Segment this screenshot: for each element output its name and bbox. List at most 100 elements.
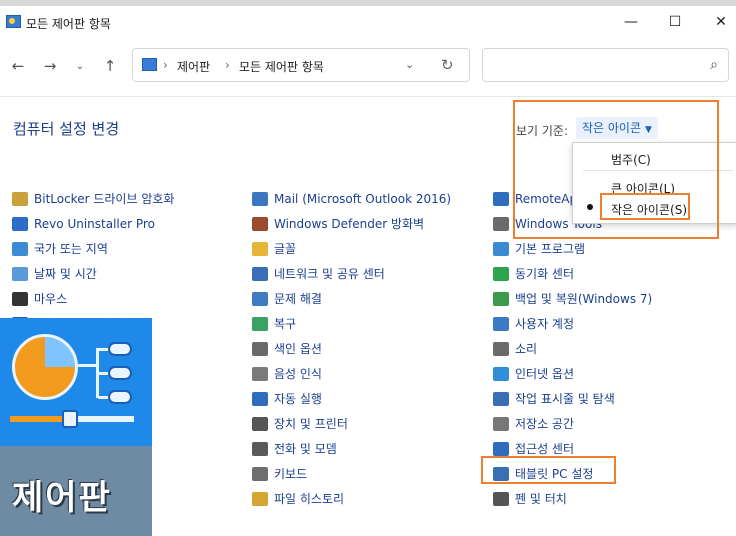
forward-arrow-icon[interactable]: → (38, 54, 62, 78)
item-label: Mail (Microsoft Outlook 2016) (274, 191, 452, 206)
control-panel-item[interactable]: BitLocker 드라이브 암호화 (12, 186, 174, 211)
search-box[interactable]: ⌕ (482, 48, 729, 82)
close-button[interactable]: ✕ (706, 10, 736, 34)
control-panel-item[interactable]: 소리 (493, 336, 652, 361)
control-panel-item[interactable]: 기본 프로그램 (493, 236, 652, 261)
control-panel-item[interactable]: 음성 인식 (252, 361, 451, 386)
item-label: 마우스 (34, 292, 68, 306)
item-label: 인터넷 옵션 (515, 367, 575, 381)
item-label: 네트워크 및 공유 센터 (274, 267, 385, 281)
control-panel-item[interactable]: 전화 및 모뎀 (252, 436, 451, 461)
navigation-bar: ← → ⌄ ↑ › 제어판 › 모든 제어판 항목 ⌄ ↻ ⌕ (0, 46, 736, 88)
control-panel-item[interactable]: 펜 및 터치 (493, 486, 652, 511)
storage-icon (493, 416, 509, 431)
back-arrow-icon[interactable]: ← (6, 54, 30, 78)
refresh-icon[interactable]: ↻ (441, 56, 454, 74)
item-label: 동기화 센터 (515, 267, 575, 281)
bitlocker-icon (12, 191, 28, 206)
control-panel-item[interactable]: 사용자 계정 (493, 311, 652, 336)
control-panel-item[interactable]: 동기화 센터 (493, 261, 652, 286)
control-panel-item[interactable]: 저장소 공간 (493, 411, 652, 436)
control-panel-item[interactable]: 인터넷 옵션 (493, 361, 652, 386)
connector-line (78, 364, 98, 367)
minimize-button[interactable]: — (616, 10, 646, 34)
control-panel-item[interactable]: 키보드 (252, 461, 451, 486)
menu-item-small-icons[interactable]: 작은 아이콘(S) (611, 201, 687, 218)
item-label: 소리 (515, 342, 538, 356)
control-panel-item[interactable]: 날짜 및 시간 (12, 261, 174, 286)
control-panel-icon (142, 58, 157, 71)
control-panel-item[interactable]: 자동 실행 (252, 386, 451, 411)
item-label: 문제 해결 (274, 292, 322, 306)
item-label: Windows Defender 방화벽 (274, 217, 425, 231)
control-panel-item[interactable]: 복구 (252, 311, 451, 336)
control-panel-item[interactable]: 국가 또는 지역 (12, 236, 174, 261)
network-icon (252, 266, 268, 281)
control-panel-item[interactable]: 백업 및 복원(Windows 7) (493, 286, 652, 311)
file-history-icon (252, 491, 268, 506)
control-panel-item[interactable]: Revo Uninstaller Pro (12, 211, 174, 236)
microphone-icon (252, 366, 268, 381)
item-label: 사용자 계정 (515, 317, 575, 331)
item-label: Revo Uninstaller Pro (34, 216, 155, 231)
control-panel-item[interactable]: 작업 표시줄 및 탐색 (493, 386, 652, 411)
address-dropdown-icon[interactable]: ⌄ (405, 58, 414, 71)
control-panel-item[interactable]: 문제 해결 (252, 286, 451, 311)
breadcrumb-all-items[interactable]: 모든 제어판 항목 (239, 58, 324, 75)
search-icon[interactable]: ⌕ (710, 57, 718, 73)
window-title: 모든 제어판 항목 (26, 17, 111, 31)
region-icon (12, 241, 28, 256)
control-panel-item[interactable]: 태블릿 PC 설정 (493, 461, 652, 486)
item-label: 색인 옵션 (274, 342, 322, 356)
view-by-dropdown[interactable]: 작은 아이콘 ▼ (576, 117, 658, 139)
menu-item-category[interactable]: 범주(C) (611, 151, 651, 168)
control-panel-logo: 제어판 (0, 318, 152, 536)
control-panel-item[interactable]: 색인 옵션 (252, 336, 451, 361)
firewall-icon (252, 216, 268, 231)
item-label: 파일 히스토리 (274, 492, 345, 506)
maximize-button[interactable]: ☐ (660, 10, 690, 34)
remoteapp-icon (493, 191, 509, 206)
menu-item-large-icons[interactable]: 큰 아이콘(L) (611, 180, 675, 197)
keyboard-icon (252, 466, 268, 481)
node-icon (108, 390, 132, 404)
printer-icon (252, 416, 268, 431)
item-label: 접근성 센터 (515, 442, 575, 456)
breadcrumb-control-panel[interactable]: 제어판 (177, 58, 210, 75)
control-panel-item[interactable]: 파일 히스토리 (252, 486, 451, 511)
control-panel-item[interactable]: 장치 및 프린터 (252, 411, 451, 436)
item-label: 날짜 및 시간 (34, 267, 97, 281)
clock-icon (12, 266, 28, 281)
breadcrumb-separator-icon: › (163, 58, 168, 72)
control-panel-item[interactable]: 접근성 센터 (493, 436, 652, 461)
item-label: 저장소 공간 (515, 417, 575, 431)
control-panel-item[interactable]: Mail (Microsoft Outlook 2016) (252, 186, 451, 211)
caret-down-icon: ▼ (645, 125, 652, 135)
item-label: 국가 또는 지역 (34, 242, 108, 256)
title-bar: 모든 제어판 항목 — ☐ ✕ (0, 6, 736, 38)
up-arrow-icon[interactable]: ↑ (98, 54, 122, 78)
control-panel-item[interactable]: 네트워크 및 공유 센터 (252, 261, 451, 286)
item-label: 기본 프로그램 (515, 242, 586, 256)
item-label: 백업 및 복원(Windows 7) (515, 292, 653, 306)
index-icon (252, 341, 268, 356)
recent-chevron-down-icon[interactable]: ⌄ (68, 54, 92, 78)
slider-fill (10, 416, 66, 422)
items-column-2: Mail (Microsoft Outlook 2016) Windows Def… (252, 186, 451, 511)
control-panel-item[interactable]: 마우스 (12, 286, 174, 311)
items-column-3: RemoteApp Windows Tools 기본 프로그램 동기화 센터 백업 및 … (493, 186, 652, 511)
breadcrumb-separator-icon: › (225, 58, 230, 72)
address-bar[interactable]: › 제어판 › 모든 제어판 항목 ⌄ ↻ (132, 48, 470, 82)
control-panel-item[interactable]: Windows Defender 방화벽 (252, 211, 451, 236)
pie-chart-icon (12, 334, 78, 400)
item-label: 키보드 (274, 467, 308, 481)
control-panel-item[interactable]: 글꼴 (252, 236, 451, 261)
revo-icon (12, 216, 28, 231)
item-label: 태블릿 PC 설정 (515, 467, 594, 481)
sync-icon (493, 266, 509, 281)
item-label: 전화 및 모뎀 (274, 442, 337, 456)
autoplay-icon (252, 391, 268, 406)
default-programs-icon (493, 241, 509, 256)
internet-icon (493, 366, 509, 381)
node-icon (108, 366, 132, 380)
